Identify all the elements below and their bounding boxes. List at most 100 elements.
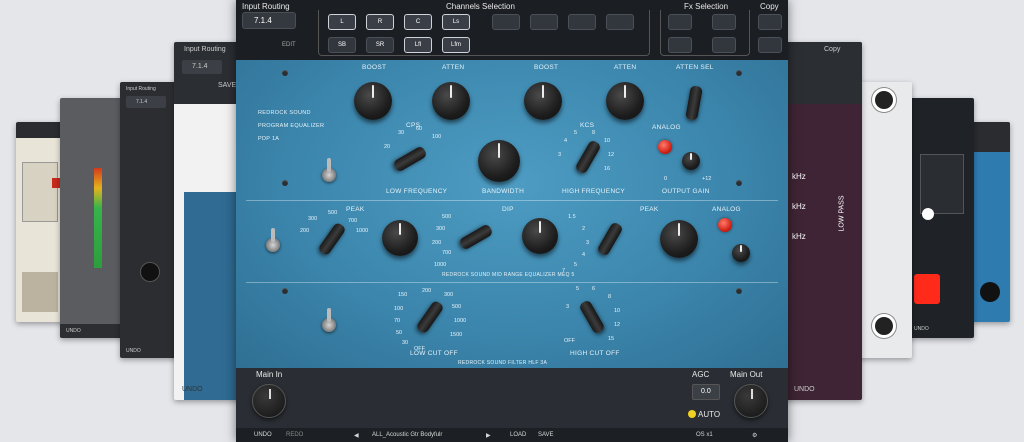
analog-label-1: ANALOG — [652, 124, 681, 131]
channel-button-lfl[interactable]: Lfl — [404, 37, 432, 53]
low-cut-scale-150: 150 — [398, 292, 408, 298]
high-freq-scale-16: 16 — [604, 166, 611, 172]
channel-button-l[interactable]: L — [328, 14, 356, 30]
paste-button[interactable] — [758, 37, 782, 53]
channel-button-8[interactable] — [606, 14, 634, 30]
preset-name[interactable]: ALL_Acoustic Gtr Bodyfulr — [372, 432, 442, 438]
settings-gear-icon[interactable]: ⚙ — [752, 432, 757, 439]
boost-high-label: BOOST — [534, 64, 559, 71]
bandwidth-label: BANDWIDTH — [482, 188, 525, 195]
high-cut-lever[interactable] — [578, 299, 606, 335]
load-button[interactable]: LOAD — [510, 432, 526, 438]
high-cut-scale-3: 3 — [566, 304, 570, 310]
high-cut-scale-6: 6 — [592, 286, 596, 292]
peak-low-lever[interactable] — [317, 221, 347, 257]
high-freq-scale-3: 3 — [558, 152, 562, 158]
input-routing-select[interactable]: 7.1.4 — [242, 12, 296, 29]
low-freq-scale-60: 60 — [416, 126, 423, 132]
channel-button-lfm[interactable]: Lfm — [442, 37, 470, 53]
atten-sel-lever[interactable] — [685, 85, 703, 121]
mid-output-knob[interactable] — [732, 244, 750, 262]
redo-button[interactable]: REDO — [286, 432, 303, 438]
fx-button-4[interactable] — [712, 37, 736, 53]
atten-sel-label: ATTEN SEL — [676, 64, 714, 71]
mid-power-toggle[interactable] — [266, 228, 280, 252]
fx-button-3[interactable] — [668, 37, 692, 53]
bg-freq-label-1: kHz — [792, 172, 806, 181]
channel-button-sb[interactable]: SB — [328, 37, 356, 53]
bg-input-routing-label-2: Input Routing — [126, 86, 156, 92]
faceplate-screw-5 — [282, 288, 288, 294]
channel-button-r[interactable]: R — [366, 14, 394, 30]
channel-button-7[interactable] — [568, 14, 596, 30]
high-freq-scale-5: 5 — [574, 130, 578, 136]
high-cut-scale-5: 5 — [576, 286, 580, 292]
atten-low-knob[interactable] — [432, 82, 470, 120]
dip-scale-700: 700 — [442, 250, 452, 256]
channel-button-6[interactable] — [530, 14, 558, 30]
peak-low-label: PEAK — [346, 206, 365, 213]
atten-high-knob[interactable] — [606, 82, 644, 120]
main-in-knob[interactable] — [252, 384, 286, 418]
high-frequency-lever[interactable] — [574, 139, 602, 175]
undo-button[interactable]: UNDO — [254, 432, 272, 438]
boost-high-knob[interactable] — [524, 82, 562, 120]
analog-led-1[interactable] — [658, 140, 672, 154]
boost-low-label: BOOST — [362, 64, 387, 71]
output-gain-knob[interactable] — [682, 152, 700, 170]
copy-label: Copy — [760, 2, 779, 11]
high-freq-scale-12: 12 — [608, 152, 615, 158]
preset-next-icon[interactable]: ▶ — [486, 432, 491, 439]
low-cut-scale-1000: 1000 — [454, 318, 467, 324]
brand-line-2: PROGRAM EQUALIZER — [258, 123, 325, 129]
bg-routing-value-1: 7.1.4 — [192, 63, 208, 70]
eq-power-toggle[interactable] — [322, 158, 336, 182]
atten-high-label: ATTEN — [614, 64, 637, 71]
analog-label-2: ANALOG — [712, 206, 741, 213]
input-routing-label: Input Routing — [242, 2, 290, 11]
low-cut-scale-30: 30 — [402, 340, 409, 346]
edit-button[interactable]: EDIT — [282, 42, 296, 48]
main-in-label: Main In — [256, 370, 283, 379]
low-cut-lever[interactable] — [415, 299, 445, 335]
filter-power-toggle[interactable] — [322, 308, 336, 332]
dip-knob[interactable] — [522, 218, 558, 254]
agc-value-display[interactable]: 0.0 — [692, 384, 720, 400]
agc-label: AGC — [692, 370, 710, 379]
peak-scale-500: 500 — [328, 210, 338, 216]
output-scale-0: 0 — [664, 176, 668, 182]
peak-high-lever[interactable] — [596, 221, 624, 257]
auto-led[interactable] — [688, 410, 696, 418]
peak-low-knob[interactable] — [382, 220, 418, 256]
bg-undo-label-3: UNDO — [182, 386, 203, 393]
section-divider-2 — [246, 282, 778, 283]
plugin-header: Input Routing 7.1.4 EDIT Channels Select… — [236, 0, 788, 60]
fx-button-2[interactable] — [712, 14, 736, 30]
bandwidth-knob[interactable] — [478, 140, 520, 182]
faceplate-screw-2 — [736, 70, 742, 76]
analog-led-2[interactable] — [718, 218, 732, 232]
faceplate-screw-4 — [736, 180, 742, 186]
channel-button-c[interactable]: C — [404, 14, 432, 30]
low-frequency-lever[interactable] — [392, 145, 428, 173]
bg-undo-label-1: UNDO — [66, 328, 81, 334]
os-select[interactable]: OS x1 — [696, 432, 713, 438]
copy-button[interactable] — [758, 14, 782, 30]
bg-undo-label-2: UNDO — [126, 348, 141, 354]
boost-low-knob[interactable] — [354, 82, 392, 120]
bg-lowpass-label: LOW PASS — [838, 195, 846, 232]
channel-button-5[interactable] — [492, 14, 520, 30]
save-button[interactable]: SAVE — [538, 432, 554, 438]
section-divider-1 — [246, 200, 778, 201]
bg-freq-label-2: kHz — [792, 202, 806, 211]
channel-button-sr[interactable]: SR — [366, 37, 394, 53]
peak-high-knob[interactable] — [660, 220, 698, 258]
main-out-knob[interactable] — [734, 384, 768, 418]
channel-button-ls[interactable]: Ls — [442, 14, 470, 30]
bg-freq-label-3: kHz — [792, 232, 806, 241]
preset-prev-icon[interactable]: ◀ — [354, 432, 359, 439]
dip-scale-1000: 1000 — [434, 262, 447, 268]
fx-button-1[interactable] — [668, 14, 692, 30]
dip-lever[interactable] — [458, 223, 494, 251]
bg-plugin-purple: Copy kHz kHz kHz LOW PASS UNDO — [780, 42, 862, 400]
